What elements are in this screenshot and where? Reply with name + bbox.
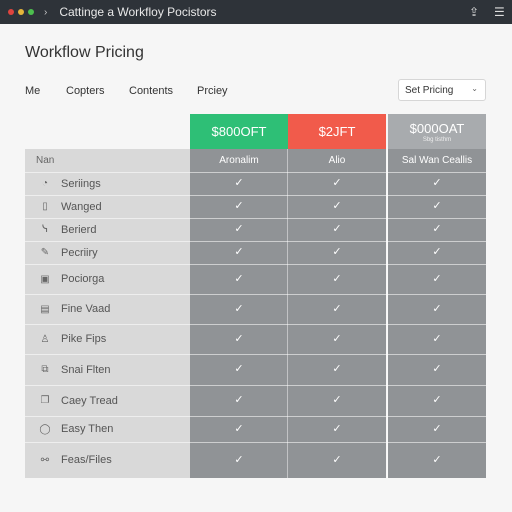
check-icon: ✓ <box>432 394 442 406</box>
page-title: Workflow Pricing <box>25 44 144 61</box>
minimize-window-button[interactable] <box>18 9 24 15</box>
wrench-icon: ᓭ <box>41 224 49 235</box>
check-icon: ✓ <box>234 454 244 466</box>
tier-label: Aronalim <box>219 155 259 166</box>
feature-row-label: ❐ Caey Tread <box>39 385 118 416</box>
check-icon: ✓ <box>432 246 442 258</box>
close-window-button[interactable] <box>8 9 14 15</box>
feature-row-label: ▣ Pociorga <box>39 264 104 294</box>
feature-name: Pecriiry <box>61 246 98 259</box>
feature-row-label: ▯ Wanged <box>39 195 102 218</box>
gauge-icon: ◔ <box>41 178 49 189</box>
check-icon: ✓ <box>432 303 442 315</box>
check-icon: ✓ <box>234 423 244 435</box>
image-icon: ▣ <box>40 273 50 285</box>
feature-row-label: ✎ Pecriiry <box>39 241 98 264</box>
pricing-select[interactable]: Set Pricing ⌄ <box>398 79 486 101</box>
check-icon: ✓ <box>432 177 442 189</box>
tier-price: $000OAT <box>409 120 465 136</box>
window-controls <box>8 9 34 15</box>
check-icon: ✓ <box>234 177 244 189</box>
feature-row-label: ⚯ Feas/Files <box>39 442 112 478</box>
feature-name: Pike Fips <box>61 333 107 345</box>
share-icon[interactable]: ⇪ <box>469 5 479 19</box>
check-icon: ✓ <box>332 177 342 189</box>
tier-price-header[interactable]: $2JFT <box>288 114 386 149</box>
check-icon: ✓ <box>332 454 342 466</box>
phone-icon: ▯ <box>42 201 48 212</box>
feature-row-label: ◯ Easy Then <box>39 416 113 442</box>
tier-price: $800OFT <box>211 124 267 139</box>
feature-name: Snai Flten <box>61 363 111 376</box>
pen-icon: ✎ <box>40 247 50 258</box>
check-icon: ✓ <box>234 223 244 235</box>
tier-label: Alio <box>328 155 346 166</box>
feature-name: Berierd <box>61 223 97 236</box>
maximize-window-button[interactable] <box>28 9 34 15</box>
check-icon: ✓ <box>234 303 244 315</box>
document-icon: ▤ <box>40 303 50 315</box>
feature-row-label: ⧉ Snai Flten <box>39 354 111 385</box>
check-icon: ✓ <box>234 273 244 285</box>
tier-label: Sal Wan Ceallis <box>401 155 473 166</box>
check-icon: ✓ <box>332 333 342 345</box>
check-icon: ✓ <box>432 333 442 345</box>
tier-price-header[interactable]: $000OAT Sbg tisthm <box>388 114 486 149</box>
check-icon: ✓ <box>332 363 342 375</box>
feature-name: Pociorga <box>61 273 105 285</box>
check-icon: ✓ <box>234 363 244 375</box>
user-icon: ♙ <box>40 333 50 345</box>
check-icon: ✓ <box>332 423 342 435</box>
check-icon: ✓ <box>234 200 244 212</box>
check-icon: ✓ <box>234 333 244 345</box>
feature-name-header: Nan <box>36 155 55 166</box>
feature-name: Caey Tread <box>61 394 118 407</box>
check-icon: ✓ <box>332 223 342 235</box>
window-title: Cattinge a Workfloy Pocistors <box>59 5 217 19</box>
feature-name: Seriings <box>61 177 101 190</box>
window-titlebar: › Cattinge a Workfloy Pocistors ⇪ ☰ <box>0 0 512 24</box>
check-icon: ✓ <box>332 200 342 212</box>
tab-me[interactable]: Me <box>25 85 40 97</box>
feature-row-label: ◔ Seriings <box>39 172 101 195</box>
tier-price-header[interactable]: $800OFT <box>190 114 288 149</box>
feature-name: Feas/Files <box>61 454 112 466</box>
tab-pricing[interactable]: Prciey <box>197 85 228 97</box>
feature-row-label: ᓭ Berierd <box>39 218 96 241</box>
feature-row-label: ♙ Pike Fips <box>39 324 107 354</box>
files-icon: ❐ <box>40 395 50 406</box>
feature-name: Wanged <box>61 200 102 213</box>
check-icon: ✓ <box>234 394 244 406</box>
check-icon: ✓ <box>332 273 342 285</box>
check-icon: ✓ <box>332 394 342 406</box>
pricing-table: Nan $800OFT Aronalim $2JFT Alio $000OAT Sbg t… <box>25 114 486 478</box>
check-icon: ✓ <box>332 303 342 315</box>
chevron-right-icon[interactable]: › <box>44 7 47 18</box>
tier-subtitle: Sbg tisthm <box>422 136 452 143</box>
tab-contents[interactable]: Contents <box>129 85 173 97</box>
chat-icon: ◯ <box>39 423 51 435</box>
share-icon: ⚯ <box>40 454 50 466</box>
check-icon: ✓ <box>432 273 442 285</box>
check-icon: ✓ <box>432 363 442 375</box>
tier-price: $2JFT <box>318 124 356 139</box>
check-icon: ✓ <box>432 423 442 435</box>
feature-name: Fine Vaad <box>61 303 111 315</box>
menu-icon[interactable]: ☰ <box>494 5 505 19</box>
images-icon: ⧉ <box>41 364 49 375</box>
check-icon: ✓ <box>432 223 442 235</box>
chevron-down-icon: ⌄ <box>471 84 478 93</box>
tab-copters[interactable]: Copters <box>66 85 105 97</box>
check-icon: ✓ <box>432 454 442 466</box>
check-icon: ✓ <box>332 246 342 258</box>
feature-name: Easy Then <box>61 423 114 435</box>
check-icon: ✓ <box>234 246 244 258</box>
pricing-select-value: Set Pricing <box>405 84 454 96</box>
check-icon: ✓ <box>432 200 442 212</box>
feature-row-label: ▤ Fine Vaad <box>39 294 110 324</box>
